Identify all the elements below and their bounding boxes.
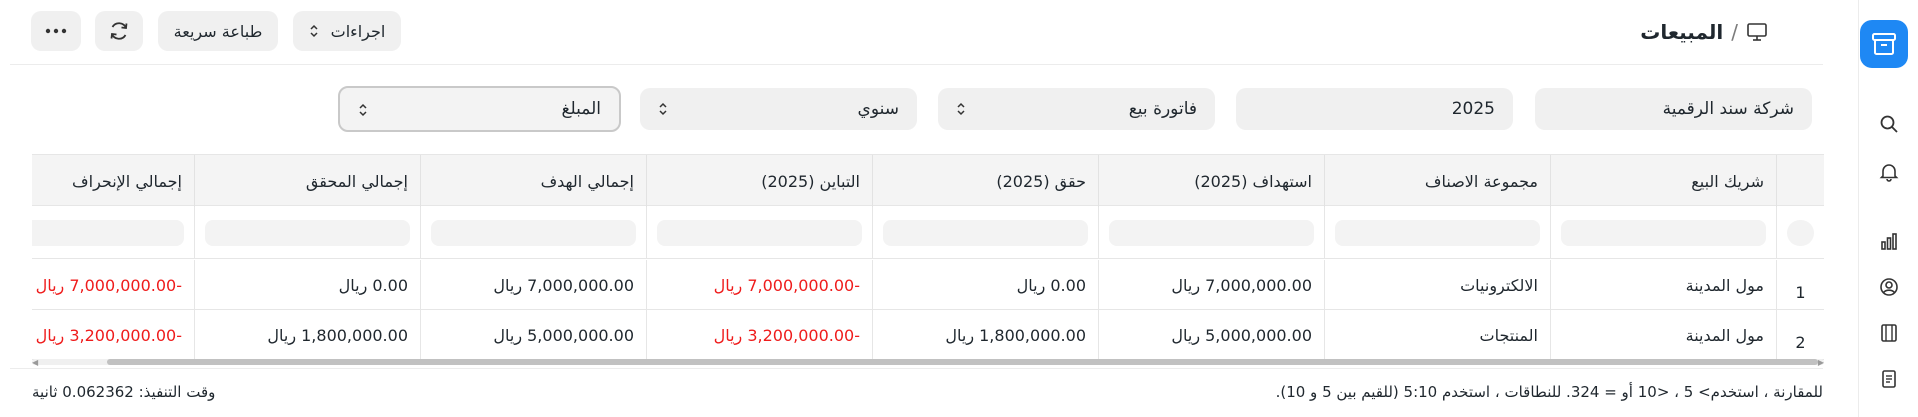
quick-print-label: طباعة سريعة — [173, 21, 263, 41]
desktop-icon[interactable] — [1746, 22, 1768, 42]
cell-item-group[interactable]: الالكترونيات — [1324, 260, 1550, 310]
header-variance[interactable]: التباين (2025) — [646, 155, 872, 207]
scroll-right-icon[interactable]: ▶ — [1818, 358, 1824, 367]
value-type-select[interactable]: المبلغ — [338, 86, 621, 132]
filter-input-achieved[interactable] — [872, 207, 1098, 259]
cell-total-deviation[interactable]: -3,200,000.00 ريال — [32, 310, 194, 360]
scroll-left-icon[interactable]: ◀ — [32, 358, 38, 367]
cell-variance[interactable]: -3,200,000.00 ريال — [646, 310, 872, 360]
filter-input-variance[interactable] — [646, 207, 872, 259]
bar-chart-icon[interactable] — [1876, 228, 1902, 254]
quick-print-button[interactable]: طباعة سريعة — [158, 11, 278, 51]
header-sales-partner[interactable]: شريك البيع — [1550, 155, 1776, 207]
table-filter-row — [32, 207, 1824, 259]
filter-input-target[interactable] — [1098, 207, 1324, 259]
cell-item-group[interactable]: المنتجات — [1324, 310, 1550, 360]
cell-variance[interactable]: -7,000,000.00 ريال — [646, 260, 872, 310]
cell-total-achieved[interactable]: 1,800,000.00 ريال — [194, 310, 420, 360]
filter-input-sales-partner[interactable] — [1550, 207, 1776, 259]
refresh-icon — [110, 22, 128, 40]
row-index: 1 — [1776, 260, 1824, 310]
archive-box-icon — [1872, 33, 1896, 55]
select-arrows-icon — [957, 102, 965, 116]
cell-target[interactable]: 7,000,000.00 ريال — [1098, 260, 1324, 310]
page-header: / المبيعات اجراءات طباعة سريعة — [0, 0, 1858, 64]
user-circle-icon[interactable] — [1876, 274, 1902, 300]
header-total-target[interactable]: إجمالي الهدف — [420, 155, 646, 207]
horizontal-scrollbar[interactable]: ◀ ▶ — [32, 357, 1824, 367]
company-value: شركة سند الرقمية — [1662, 99, 1794, 119]
bell-icon[interactable] — [1876, 159, 1902, 185]
cell-total-target[interactable]: 5,000,000.00 ريال — [420, 310, 646, 360]
filter-input-total-target[interactable] — [420, 207, 646, 259]
cell-sales-partner[interactable]: مول المدينة — [1550, 310, 1776, 360]
row-index: 2 — [1776, 310, 1824, 360]
cell-target[interactable]: 5,000,000.00 ريال — [1098, 310, 1324, 360]
header-item-group[interactable]: مجموعة الاصناف — [1324, 155, 1550, 207]
cell-achieved[interactable]: 0.00 ريال — [872, 260, 1098, 310]
scrollbar-thumb[interactable] — [107, 359, 1818, 365]
page-title: المبيعات — [1640, 20, 1724, 44]
more-icon — [45, 28, 67, 34]
doctype-select[interactable]: فاتورة بيع — [938, 88, 1215, 130]
value-type-value: المبلغ — [561, 99, 601, 119]
cell-total-achieved[interactable]: 0.00 ريال — [194, 260, 420, 310]
header-total-deviation[interactable]: إجمالي الإنحراف — [32, 155, 194, 207]
report-table: شريك البيع مجموعة الاصناف استهداف (2025)… — [32, 154, 1824, 362]
actions-label: اجراءات — [330, 21, 386, 41]
year-filter[interactable]: 2025 — [1236, 88, 1513, 130]
cell-sales-partner[interactable]: مول المدينة — [1550, 260, 1776, 310]
header-total-achieved[interactable]: إجمالي المحقق — [194, 155, 420, 207]
company-filter[interactable]: شركة سند الرقمية — [1535, 88, 1812, 130]
filter-input-total-achieved[interactable] — [194, 207, 420, 259]
document-icon[interactable] — [1876, 366, 1902, 392]
filter-input-total-deviation[interactable] — [32, 207, 194, 259]
header-target[interactable]: استهداف (2025) — [1098, 155, 1324, 207]
filter-hint: للمقارنة ، استخدم> 5 ، <10 أو = 324. للن… — [1275, 383, 1823, 401]
ledger-icon[interactable] — [1876, 320, 1902, 346]
filter-cell-index — [1776, 207, 1824, 259]
refresh-button[interactable] — [95, 11, 143, 51]
select-arrows-icon — [659, 102, 667, 116]
sidebar — [1858, 0, 1918, 417]
cell-total-target[interactable]: 7,000,000.00 ريال — [420, 260, 646, 310]
period-select[interactable]: سنوي — [640, 88, 917, 130]
table-row[interactable]: 2 مول المدينة المنتجات 5,000,000.00 ريال… — [32, 310, 1824, 360]
period-value: سنوي — [857, 99, 899, 119]
breadcrumb: / المبيعات — [1640, 17, 1768, 47]
select-arrows-icon — [310, 24, 318, 38]
actions-button[interactable]: اجراءات — [293, 11, 401, 51]
header-divider — [10, 64, 1823, 65]
table-row[interactable]: 1 مول المدينة الالكترونيات 7,000,000.00 … — [32, 260, 1824, 310]
header-index — [1776, 155, 1824, 207]
breadcrumb-separator: / — [1731, 20, 1738, 44]
footer-divider — [10, 368, 1823, 369]
more-button[interactable] — [31, 11, 81, 51]
search-icon[interactable] — [1876, 111, 1902, 137]
app-logo[interactable] — [1860, 20, 1908, 68]
cell-achieved[interactable]: 1,800,000.00 ريال — [872, 310, 1098, 360]
header-achieved[interactable]: حقق (2025) — [872, 155, 1098, 207]
cell-total-deviation[interactable]: -7,000,000.00 ريال — [32, 260, 194, 310]
filter-input-item-group[interactable] — [1324, 207, 1550, 259]
select-arrows-icon — [359, 103, 367, 117]
execution-time: وقت التنفيذ: 0.062362 ثانية — [32, 383, 216, 401]
doctype-value: فاتورة بيع — [1128, 99, 1197, 119]
table-header-row: شريك البيع مجموعة الاصناف استهداف (2025)… — [32, 154, 1824, 207]
year-value: 2025 — [1451, 99, 1495, 119]
app-root: / المبيعات اجراءات طباعة سريعة شركة سند … — [0, 0, 1918, 417]
